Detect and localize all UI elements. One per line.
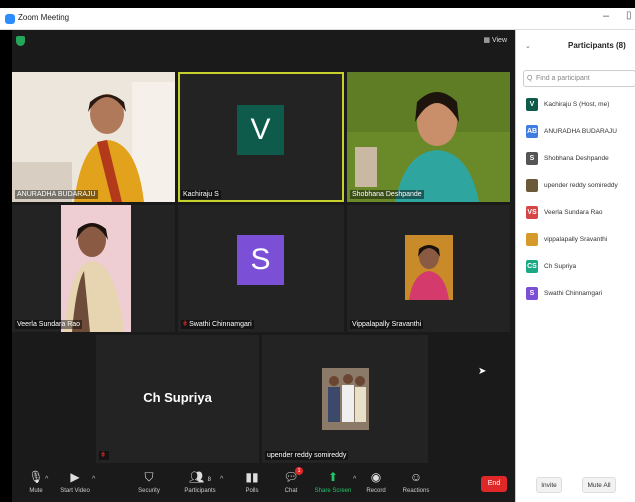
participant-row[interactable]: CS Ch Supriya (523, 254, 635, 281)
participant-name: Shobhana Deshpande (544, 155, 609, 162)
avatar: V (237, 105, 284, 155)
video-tile-kachiraju[interactable]: V Kachiraju S (178, 72, 344, 202)
security-label: Security (138, 488, 160, 494)
participants-button[interactable]: 👥︎ 8 Participants (176, 469, 224, 494)
window-title: Zoom Meeting (18, 13, 70, 22)
participant-name: upender reddy somireddy (544, 182, 618, 189)
screen-top-edge (0, 0, 635, 8)
participant-photo (347, 72, 510, 202)
participants-label: Participants (184, 488, 216, 494)
participants-chevron-icon[interactable]: ^ (220, 476, 223, 483)
muted-mic-icon: ǂ (183, 321, 188, 328)
search-icon: Q (527, 75, 533, 82)
participant-row[interactable]: V Kachiraju S (Host, me) (523, 92, 635, 119)
end-meeting-button[interactable]: End (481, 476, 507, 492)
tile-name-label: ǂ (99, 451, 110, 460)
minimize-icon[interactable]: – (603, 10, 609, 22)
video-tile-upender[interactable]: upender reddy somireddy (262, 335, 428, 463)
participant-row[interactable]: S Swathi Chinnamgari (523, 281, 635, 308)
participants-count: 8 (207, 477, 211, 483)
avatar: S (237, 235, 284, 285)
chevron-down-icon[interactable]: ⌄ (525, 42, 531, 50)
video-tile-anuradha[interactable]: ANURADHA BUDARAJU (12, 72, 175, 202)
participant-row[interactable]: S Shobhana Deshpande (523, 146, 635, 173)
video-gallery: ▦ View ANURADHA BUDARAJU V Kachiraju S S… (12, 30, 515, 502)
audio-options-chevron-icon[interactable]: ^ (45, 476, 48, 483)
participant-name: Veerla Sundara Rao (544, 209, 603, 216)
avatar-initial: V (250, 113, 271, 146)
video-tile-swathi[interactable]: S ǂ Swathi Chinnamgari (178, 205, 344, 332)
participant-row[interactable]: vippalapally Sravanthi (523, 227, 635, 254)
start-video-label: Start Video (60, 488, 90, 494)
invite-button[interactable]: Invite (536, 477, 562, 493)
tile-name-label: Vippalapally Sravanthi (350, 320, 424, 329)
video-options-chevron-icon[interactable]: ^ (92, 476, 95, 483)
share-screen-button[interactable]: ⬆ Share Screen (309, 469, 357, 494)
tile-name-text: Swathi Chinnamgari (189, 321, 252, 328)
participant-name: ANURADHA BUDARAJU (544, 128, 617, 135)
left-edge (0, 30, 12, 502)
share-screen-icon: ⬆ (327, 470, 339, 484)
participant-avatar (526, 233, 538, 246)
participant-avatar: AB (526, 125, 538, 138)
panel-title: Participants (8) (568, 41, 626, 50)
tile-name-label: Kachiraju S (181, 190, 221, 199)
chat-button[interactable]: 💬︎ 1 Chat (267, 467, 315, 494)
view-button[interactable]: ▦ View (483, 36, 507, 44)
participants-panel: ⌄ Participants (8) Q Find a participant … (515, 30, 635, 502)
participants-icon: 👥︎ 8 (189, 470, 211, 484)
video-tile-veerla[interactable]: Veerla Sundara Rao (12, 205, 175, 332)
participant-photo (12, 205, 175, 332)
chat-label: Chat (284, 488, 298, 494)
participant-name: vippalapally Sravanthi (544, 236, 608, 243)
participant-photo (12, 72, 175, 202)
chat-badge: 1 (295, 467, 303, 475)
panel-header: ⌄ Participants (8) (516, 30, 635, 62)
participant-avatar: S (526, 152, 538, 165)
zoom-logo-icon (5, 14, 15, 24)
participant-name: Ch Supriya (544, 263, 577, 270)
tile-name-label: ANURADHA BUDARAJU (15, 190, 98, 199)
participant-row[interactable]: VS Veerla Sundara Rao (523, 200, 635, 227)
shield-icon: ⛉ (144, 470, 154, 484)
participant-row[interactable]: upender reddy somireddy (523, 173, 635, 200)
video-tile-shobhana[interactable]: Shobhana Deshpande (347, 72, 510, 202)
participant-avatar: S (526, 287, 538, 300)
participant-photo (262, 335, 428, 463)
video-tile-ch-supriya[interactable]: Ch Supriya ǂ (96, 335, 259, 463)
shield-icon[interactable] (16, 36, 25, 46)
participant-name-display: Ch Supriya (143, 390, 212, 405)
participant-list: V Kachiraju S (Host, me) AB ANURADHA BUD… (523, 92, 635, 308)
window-titlebar: Zoom Meeting – ▯ (0, 8, 635, 30)
close-window-icon[interactable]: ▯ (626, 10, 632, 21)
participant-name: Swathi Chinnamgari (544, 290, 603, 297)
tile-name-label: Shobhana Deshpande (350, 190, 424, 199)
participant-avatar: VS (526, 206, 538, 219)
reactions-label: Reactions (402, 488, 430, 494)
participant-search-input[interactable]: Q Find a participant (523, 70, 635, 87)
tile-name-label: upender reddy somireddy (265, 451, 349, 460)
chat-icon: 💬︎ (283, 470, 299, 484)
participant-avatar: V (526, 98, 538, 111)
participant-name: Kachiraju S (Host, me) (544, 101, 610, 108)
mute-all-button[interactable]: Mute All (582, 477, 616, 493)
video-tile-vippalapally[interactable]: Vippalapally Sravanthi (347, 205, 510, 332)
smiley-icon: ☺ (409, 470, 423, 484)
participant-avatar (526, 179, 538, 192)
tile-name-label: Veerla Sundara Rao (15, 320, 83, 329)
avatar-initial: S (250, 243, 271, 276)
search-placeholder: Find a participant (536, 75, 590, 82)
muted-mic-icon: ǂ (101, 452, 106, 459)
view-label: View (491, 37, 507, 44)
participant-avatar: CS (526, 260, 538, 273)
meeting-toolbar: 🎙︎ Mute ^ ▶ Start Video ^ ⛉ Security 👥︎ 8 Pa… (12, 466, 515, 502)
participant-photo (347, 205, 510, 332)
share-screen-label: Share Screen (314, 488, 352, 494)
security-button[interactable]: ⛉ Security (125, 469, 173, 494)
mouse-cursor-icon: ➤ (478, 366, 487, 377)
tile-name-label: ǂ Swathi Chinnamgari (181, 320, 254, 329)
reactions-button[interactable]: ☺ Reactions (392, 469, 440, 494)
participant-row[interactable]: AB ANURADHA BUDARAJU (523, 119, 635, 146)
